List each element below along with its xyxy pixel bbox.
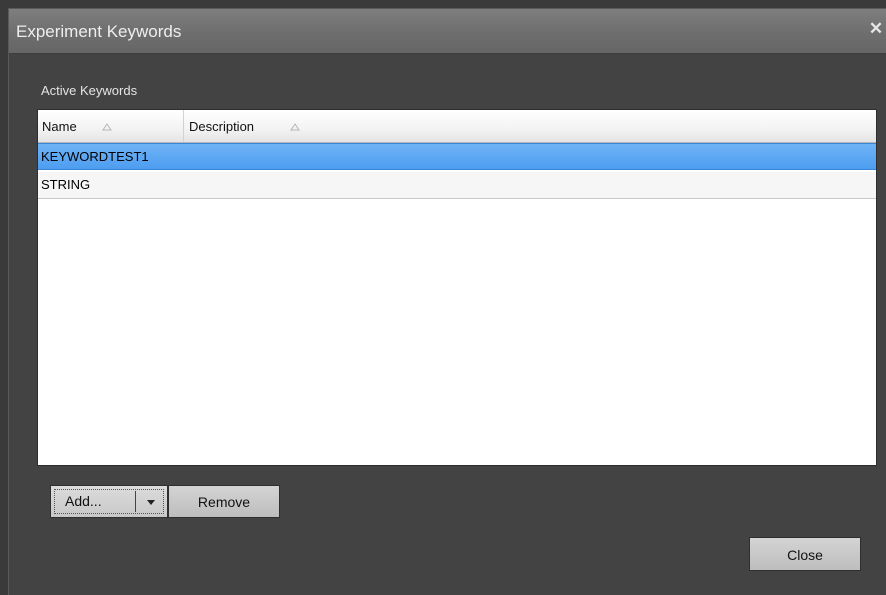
- dialog-titlebar: Experiment Keywords ✕: [9, 9, 886, 54]
- chevron-down-icon[interactable]: [141, 490, 161, 513]
- remove-button[interactable]: Remove: [168, 485, 280, 518]
- sort-ascending-icon: [102, 123, 112, 131]
- split-divider: [135, 491, 136, 512]
- keyword-name-cell: STRING: [41, 177, 91, 192]
- column-header-description[interactable]: Description: [184, 110, 876, 142]
- close-button-label: Close: [787, 547, 823, 563]
- remove-button-label: Remove: [197, 494, 251, 510]
- keyword-name-cell: KEYWORDTEST1: [41, 149, 149, 164]
- sort-ascending-icon: [290, 123, 300, 131]
- add-split-button[interactable]: Add...: [50, 485, 168, 518]
- experiment-keywords-dialog: Experiment Keywords ✕ Active Keywords Na…: [8, 8, 886, 595]
- active-keywords-label: Active Keywords: [41, 83, 138, 98]
- dialog-title: Experiment Keywords: [16, 22, 182, 41]
- add-button-label: Add...: [65, 493, 102, 509]
- keywords-table: Name Description KEYWORDTEST1 STRING: [37, 109, 877, 466]
- column-header-label: Name: [42, 119, 77, 134]
- table-row-selected[interactable]: KEYWORDTEST1: [38, 143, 876, 170]
- column-header-label: Description: [189, 119, 255, 134]
- close-button[interactable]: Close: [749, 537, 861, 571]
- column-header-name[interactable]: Name: [38, 110, 184, 142]
- close-icon[interactable]: ✕: [868, 20, 884, 38]
- table-row[interactable]: STRING: [38, 172, 876, 199]
- table-header: Name Description: [38, 110, 876, 143]
